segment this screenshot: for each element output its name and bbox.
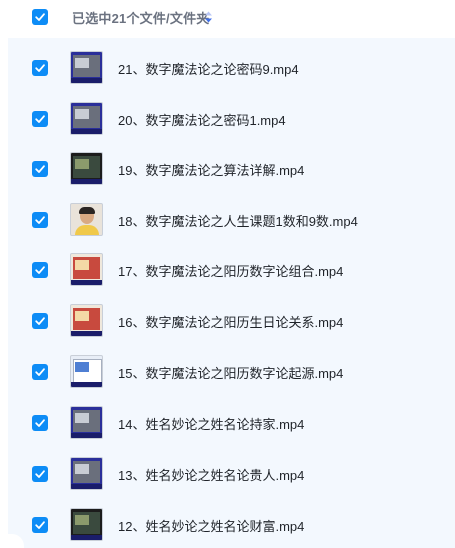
file-name[interactable]: 18、数字魔法论之人生课题1数和9数.mp4 xyxy=(118,211,358,230)
check-icon xyxy=(35,521,45,529)
check-icon xyxy=(35,317,45,325)
list-margin xyxy=(0,38,8,548)
file-name[interactable]: 21、数字魔法论之论密码9.mp4 xyxy=(118,59,299,78)
file-row[interactable]: 13、姓名妙论之姓名论贵人.mp4 xyxy=(0,444,455,495)
file-name[interactable]: 16、数字魔法论之阳历生日论关系.mp4 xyxy=(118,312,343,331)
file-checkbox[interactable] xyxy=(32,161,48,177)
file-row[interactable]: 14、姓名妙论之姓名论持家.mp4 xyxy=(0,393,455,444)
sort-toggle-icon[interactable] xyxy=(204,10,213,24)
file-name[interactable]: 19、数字魔法论之算法详解.mp4 xyxy=(118,160,304,179)
file-row[interactable]: 17、数字魔法论之阳历数字论组合.mp4 xyxy=(0,240,455,291)
file-row[interactable]: 16、数字魔法论之阳历生日论关系.mp4 xyxy=(0,291,455,342)
file-name[interactable]: 15、数字魔法论之阳历数字论起源.mp4 xyxy=(118,363,343,382)
file-list: 21、数字魔法论之论密码9.mp4 20、数字魔法论之密码1.mp4 19、数字魔法… xyxy=(0,38,455,548)
video-thumbnail[interactable] xyxy=(70,203,103,236)
selection-header: 已选中21个文件/文件夹 xyxy=(0,0,455,34)
file-row[interactable]: 12、姓名妙论之姓名论财富.mp4 xyxy=(0,495,455,546)
file-checkbox[interactable] xyxy=(32,415,48,431)
video-thumbnail[interactable] xyxy=(70,253,103,286)
check-icon xyxy=(35,64,45,72)
file-checkbox[interactable] xyxy=(32,111,48,127)
check-icon xyxy=(35,368,45,376)
video-thumbnail[interactable] xyxy=(70,457,103,490)
select-all-checkbox[interactable] xyxy=(32,9,48,25)
file-row[interactable]: 15、数字魔法论之阳历数字论起源.mp4 xyxy=(0,342,455,393)
file-checkbox[interactable] xyxy=(32,313,48,329)
file-checkbox[interactable] xyxy=(32,262,48,278)
selection-count-text: 已选中21个文件/文件夹 xyxy=(72,11,210,26)
video-thumbnail[interactable] xyxy=(70,355,103,388)
file-name[interactable]: 12、姓名妙论之姓名论财富.mp4 xyxy=(118,516,304,535)
file-checkbox[interactable] xyxy=(32,60,48,76)
check-icon xyxy=(35,115,45,123)
file-row[interactable]: 20、数字魔法论之密码1.mp4 xyxy=(0,89,455,140)
video-thumbnail[interactable] xyxy=(70,102,103,135)
check-icon xyxy=(35,13,45,21)
file-row[interactable]: 21、数字魔法论之论密码9.mp4 xyxy=(0,38,455,89)
video-thumbnail[interactable] xyxy=(70,406,103,439)
file-row[interactable]: 19、数字魔法论之算法详解.mp4 xyxy=(0,139,455,190)
file-row[interactable]: 18、数字魔法论之人生课题1数和9数.mp4 xyxy=(0,190,455,241)
file-checkbox[interactable] xyxy=(32,466,48,482)
check-icon xyxy=(35,165,45,173)
video-thumbnail[interactable] xyxy=(70,51,103,84)
check-icon xyxy=(35,470,45,478)
check-icon xyxy=(35,419,45,427)
file-name[interactable]: 17、数字魔法论之阳历数字论组合.mp4 xyxy=(118,261,343,280)
check-icon xyxy=(35,266,45,274)
file-checkbox[interactable] xyxy=(32,364,48,380)
file-checkbox[interactable] xyxy=(32,517,48,533)
video-thumbnail[interactable] xyxy=(70,304,103,337)
file-name[interactable]: 20、数字魔法论之密码1.mp4 xyxy=(118,110,286,129)
video-thumbnail[interactable] xyxy=(70,508,103,541)
file-checkbox[interactable] xyxy=(32,212,48,228)
file-name[interactable]: 13、姓名妙论之姓名论贵人.mp4 xyxy=(118,465,304,484)
video-thumbnail[interactable] xyxy=(70,152,103,185)
file-name[interactable]: 14、姓名妙论之姓名论持家.mp4 xyxy=(118,414,304,433)
check-icon xyxy=(35,216,45,224)
